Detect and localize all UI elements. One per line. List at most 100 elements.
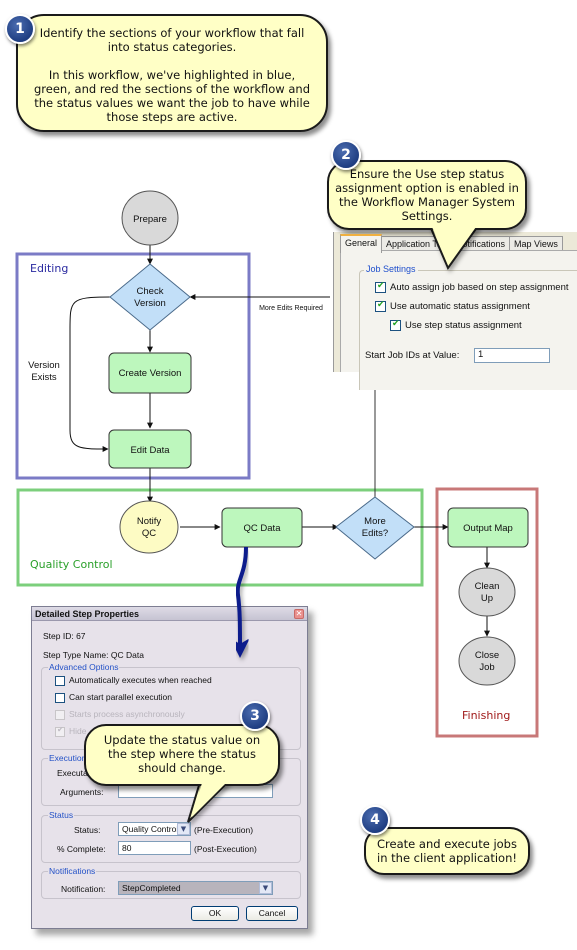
callout-1-line: the status values we want the job to hav… [34,96,310,110]
arguments-label: Arguments: [60,787,104,797]
option-auto-assign-label: Auto assign job based on step assignment [390,282,569,294]
checkbox-step-status[interactable] [390,318,401,331]
close-icon[interactable]: ✕ [294,609,304,619]
callout-1-line [18,54,326,68]
node-output-map[interactable]: Output Map [447,507,529,548]
option-auto-status[interactable]: Use automatic status assignment [375,299,530,313]
svg-text:Create Version: Create Version [119,368,182,379]
callout-1: Identify the sections of your workflow t… [16,14,328,132]
arguments-input[interactable] [118,784,273,798]
option-auto-assign[interactable]: Auto assign job based on step assignment [375,280,569,294]
executable-label: Executa [57,768,88,778]
svg-text:QC Data: QC Data [244,523,282,534]
editing-region-label: Editing [30,262,68,275]
svg-text:QC: QC [142,528,156,539]
option-hide-label: Hide [69,726,87,736]
svg-text:Clean: Clean [475,581,500,592]
node-check-version[interactable]: Check Version [109,263,191,331]
step-type-name: Step Type Name: QC Data [43,650,144,660]
callout-2-line: assignment option is enabled in [335,181,519,195]
node-more-edits[interactable]: More Edits? [335,496,415,560]
step-badge-4: 4 [360,805,390,835]
edge-label-version-exists: Version [28,360,60,371]
start-job-ids-label: Start Job IDs at Value: [365,350,460,361]
step-badge-3: 3 [240,701,270,731]
notification-select[interactable]: StepCompleted [118,881,273,895]
edge-label-more-edits-required: More Edits Required [259,305,323,312]
checkbox-hide [55,725,65,737]
node-clean-up[interactable]: Clean Up [458,567,516,617]
svg-text:Notify: Notify [137,516,162,527]
node-close-job[interactable]: Close Job [458,636,516,686]
option-async: Starts process asynchronously [55,709,185,720]
status-dropdown-chevron-icon[interactable]: ▼ [177,823,190,835]
option-step-status-label: Use step status assignment [405,320,522,332]
job-settings-label: Job Settings [364,264,418,274]
notification-label: Notification: [61,884,106,894]
svg-text:Output Map: Output Map [463,523,513,534]
svg-text:Prepare: Prepare [133,214,167,225]
finishing-region-label: Finishing [462,709,510,722]
cancel-button[interactable]: Cancel [246,906,298,921]
callout-1-line: those steps are active. [106,110,238,124]
callout-2-line: Settings. [401,209,453,223]
option-auto-execute[interactable]: Automatically executes when reached [55,675,212,686]
option-hide: Hide [55,725,87,737]
svg-text:Up: Up [481,593,493,604]
callout-4-line: Create and execute jobs [377,837,517,851]
dialog-title: Detailed Step Properties [35,609,140,619]
dialog-titlebar[interactable]: Detailed Step Properties [32,607,307,621]
node-edit-data[interactable]: Edit Data [108,429,192,469]
ok-button[interactable]: OK [191,906,239,921]
advanced-options-label: Advanced Options [48,662,120,672]
option-parallel-execution-label: Can start parallel execution [69,692,173,702]
svg-text:More: More [364,516,386,527]
execution-label: Execution [48,753,88,763]
tab-general[interactable]: General [340,234,383,253]
callout-3-line: Update the status value on [103,733,261,747]
callout-1-line: In this workflow, we've highlighted in b… [48,68,296,82]
checkbox-auto-status[interactable] [375,299,386,312]
notifications-group-label: Notifications [48,866,97,876]
option-auto-execute-label: Automatically executes when reached [69,675,212,685]
node-notify-qc[interactable]: Notify QC [119,500,179,554]
checkbox-parallel-execution[interactable] [55,692,65,703]
svg-text:Edit Data: Edit Data [130,445,170,456]
checkbox-auto-assign[interactable] [375,280,386,293]
step-badge-2: 2 [331,140,361,170]
svg-text:Edits?: Edits? [362,528,388,539]
system-settings-panel: General Application Tabs Notifications M… [333,232,577,390]
checkbox-async [55,709,65,720]
step-badge-1: 1 [5,14,35,44]
callout-3-line: the step where the status [108,747,256,761]
status-select-value: Quality Control [122,824,179,834]
callout-1-line: Identify the sections of your workflow t… [39,26,305,40]
callout-1-line: into status categories. [107,40,237,54]
step-id: Step ID: 67 [43,631,86,641]
start-job-ids-input[interactable]: 1 [474,348,550,363]
quality-control-region-label: Quality Control [30,558,113,571]
svg-text:Version: Version [134,298,166,309]
notification-dropdown-chevron-icon[interactable]: ▼ [259,882,272,894]
option-auto-status-label: Use automatic status assignment [390,301,530,313]
svg-text:Check: Check [137,286,164,297]
callout-3-line: should change. [138,761,226,775]
option-step-status[interactable]: Use step status assignment [390,318,522,332]
settings-tab-content: Job Settings Auto assign job based on st… [340,250,577,390]
status-note: (Pre-Execution) [194,825,254,835]
option-async-label: Starts process asynchronously [69,709,185,719]
checkbox-auto-execute[interactable] [55,675,65,686]
node-qc-data[interactable]: QC Data [221,507,303,548]
svg-text:Job: Job [479,662,494,673]
callout-2-line: Ensure the Use step status [349,167,505,181]
node-prepare[interactable]: Prepare [121,190,179,246]
notification-select-value: StepCompleted [122,883,181,893]
callout-4: Create and execute jobs in the client ap… [364,827,530,875]
callout-2-line: the Workflow Manager System [339,195,515,209]
option-parallel-execution[interactable]: Can start parallel execution [55,692,172,703]
complete-note: (Post-Execution) [194,844,257,854]
node-create-version[interactable]: Create Version [108,352,192,394]
status-label: Status: [74,825,101,835]
callout-4-line: in the client application! [377,851,517,865]
percent-complete-input[interactable]: 80 [118,841,191,855]
